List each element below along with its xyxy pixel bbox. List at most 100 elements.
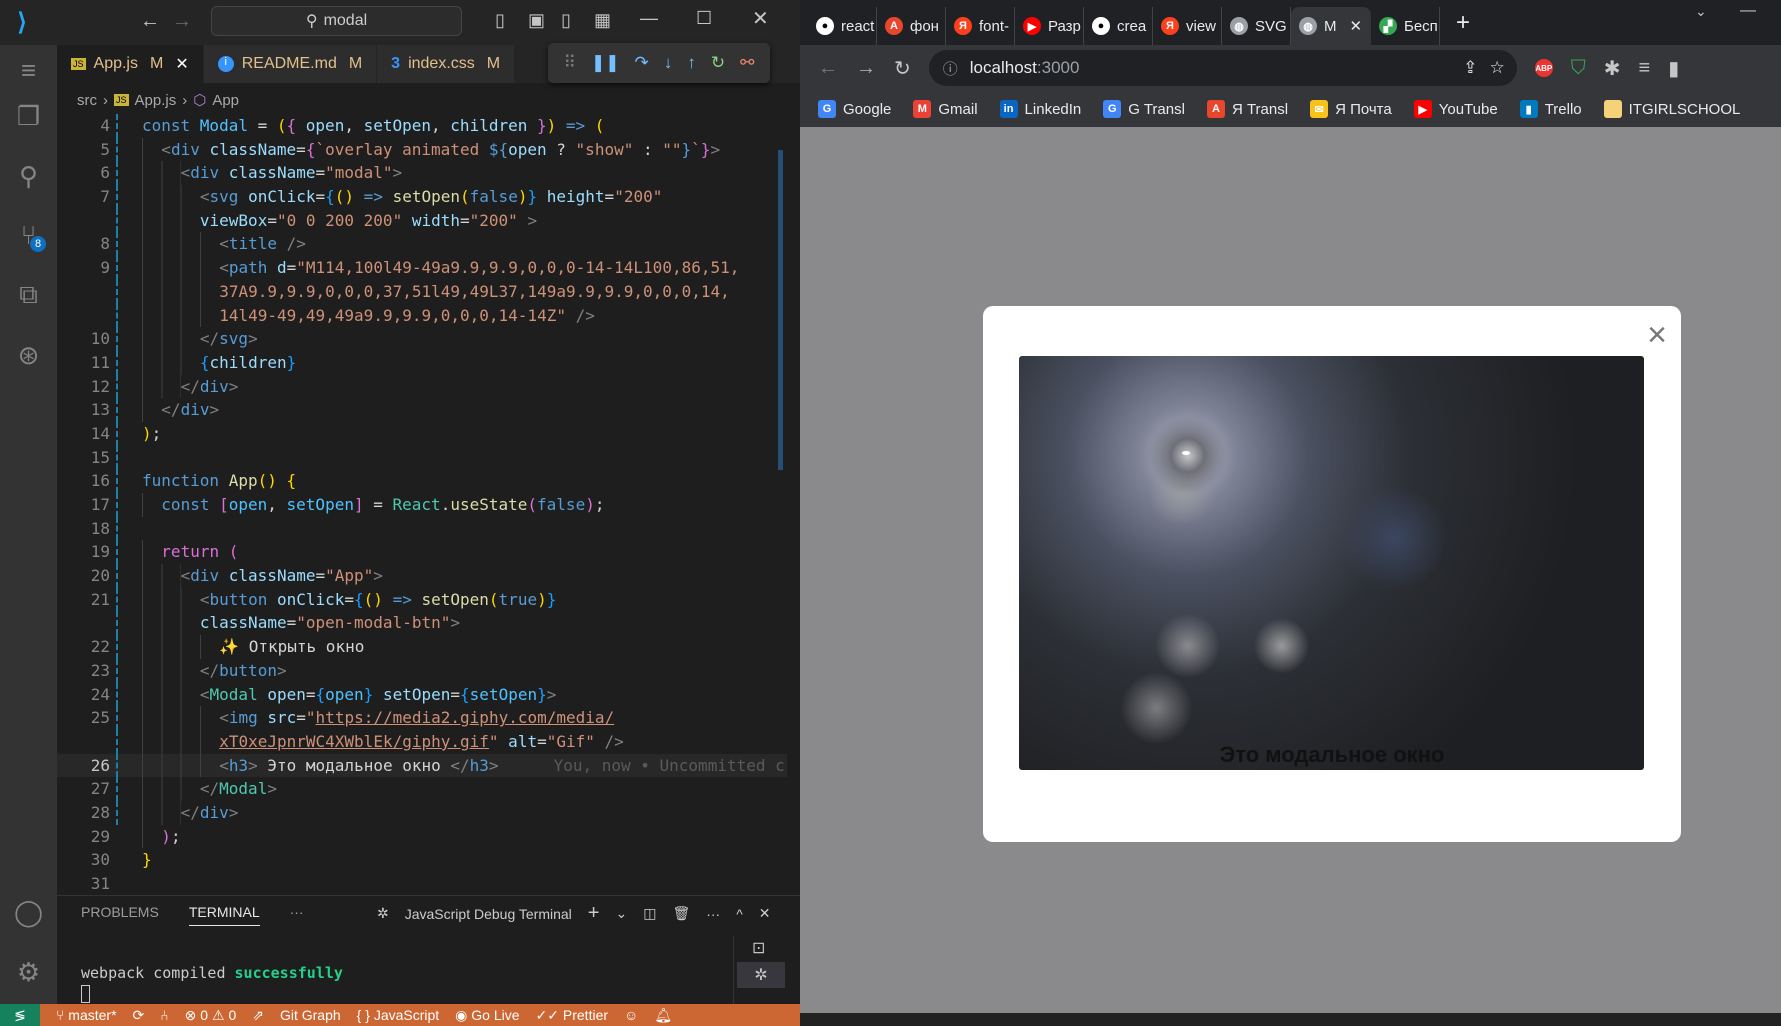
- code-line[interactable]: 23 </button >: [57, 658, 787, 683]
- share-icon[interactable]: ⇪: [1463, 58, 1477, 78]
- browser-tab[interactable]: ● crea: [1084, 7, 1153, 45]
- tab-index-css[interactable]: 3 index.css M: [377, 45, 516, 83]
- settings-gear-icon[interactable]: ⚙: [0, 947, 57, 997]
- close-tab-icon[interactable]: ✕: [1350, 17, 1363, 35]
- code-line[interactable]: 12 </div >: [57, 374, 787, 399]
- browser-tab[interactable]: Яfont-: [946, 7, 1015, 45]
- extensions-icon[interactable]: ⧉: [0, 270, 57, 320]
- forward-icon[interactable]: →: [856, 57, 876, 80]
- bookmark-item[interactable]: ✉ Я Почта: [1310, 100, 1392, 118]
- branch-item[interactable]: ⑂ master*: [56, 1007, 117, 1023]
- tab-terminal[interactable]: TERMINAL: [188, 904, 260, 926]
- more-actions-icon[interactable]: ···: [706, 906, 720, 922]
- split-terminal-icon[interactable]: ◫: [643, 905, 656, 922]
- bookmark-item[interactable]: ITGIRLSCHOOL: [1603, 100, 1740, 118]
- account-icon[interactable]: ◯: [0, 887, 57, 937]
- step-over-icon[interactable]: ↷: [635, 53, 649, 73]
- terminal-name[interactable]: JavaScript Debug Terminal: [405, 906, 572, 922]
- new-tab-button[interactable]: +: [1440, 9, 1470, 45]
- notifications-bell-icon[interactable]: 🔔︎: [654, 1007, 672, 1024]
- close-tab-icon[interactable]: ✕: [175, 54, 188, 74]
- code-line[interactable]: 15: [57, 445, 787, 470]
- code-line[interactable]: className = "open-modal-btn" >: [57, 611, 787, 636]
- live-share-icon[interactable]: ⇗: [252, 1007, 264, 1024]
- restart-icon[interactable]: ↻: [711, 53, 725, 73]
- code-line[interactable]: 31: [57, 872, 787, 894]
- shield-extension-icon[interactable]: ⛉: [1571, 57, 1586, 80]
- code-line[interactable]: 6 < div className = "modal" >: [57, 161, 787, 186]
- remote-icon[interactable]: ≶: [0, 1004, 40, 1026]
- command-center-search[interactable]: ⚲ modal: [211, 6, 462, 36]
- code-line[interactable]: 11 {children}: [57, 350, 787, 375]
- modal-close-icon[interactable]: ×: [1647, 318, 1667, 352]
- code-line[interactable]: 26 < h3 > Это модальное окно </h3 > You, now …: [57, 753, 787, 778]
- code-line[interactable]: xT0xeJpnrWC4XWblEk/giphy.gif " alt = "Gif" …: [57, 729, 787, 754]
- bookmark-item[interactable]: in LinkedIn: [999, 100, 1081, 118]
- code-line[interactable]: 5 < div className ={`overlay animated ${ope…: [57, 137, 787, 162]
- code-line[interactable]: 18: [57, 516, 787, 541]
- side-panel-icon[interactable]: ▮: [1668, 56, 1679, 81]
- search-icon[interactable]: ⚲: [0, 151, 57, 201]
- chevron-down-icon[interactable]: ⌄: [615, 905, 627, 922]
- step-out-icon[interactable]: ↑: [687, 53, 696, 73]
- menu-icon[interactable]: ≡: [0, 45, 57, 95]
- prettier-item[interactable]: ✓✓ Prettier: [536, 1007, 608, 1024]
- code-line[interactable]: 37A9.9,9.9,0,0,0,37,51l49,49L37,149a9.9,…: [57, 279, 787, 304]
- code-line[interactable]: 13 </div >: [57, 398, 787, 422]
- code-line[interactable]: 4 const Modal = ({ open, setOpen, childre…: [57, 114, 787, 138]
- browser-tab[interactable]: ● react: [808, 7, 877, 45]
- language-item[interactable]: { } JavaScript: [357, 1007, 440, 1023]
- code-line[interactable]: 29);: [57, 824, 787, 849]
- code-line[interactable]: 17 const [open, setOpen] = React. useState…: [57, 493, 787, 517]
- disconnect-icon[interactable]: ⚯: [740, 53, 754, 73]
- media-control-icon[interactable]: ≡: [1639, 57, 1651, 80]
- sync-icon[interactable]: ⟳: [133, 1007, 145, 1024]
- customize-layout-icon[interactable]: ▦: [594, 10, 611, 31]
- source-control-icon[interactable]: ⑂ 8: [0, 210, 57, 260]
- code-line[interactable]: 24 < Modal open ={open} setOpen ={setOpen} >: [57, 682, 787, 707]
- bookmark-star-icon[interactable]: ☆: [1490, 58, 1505, 78]
- pause-icon[interactable]: ❚❚: [591, 53, 620, 73]
- code-line[interactable]: 16 function App() {: [57, 469, 787, 493]
- back-icon[interactable]: ←: [818, 57, 838, 80]
- adblock-icon[interactable]: ABP: [1534, 59, 1553, 77]
- step-into-icon[interactable]: ↓: [664, 53, 673, 73]
- terminal-shell-icon[interactable]: ⊡: [752, 938, 765, 958]
- code-line[interactable]: 9 < path d = "M114,100l49-49a9.9,9.9,0,0,0-1…: [57, 256, 787, 280]
- toggle-secondary-sidebar-icon[interactable]: ▯: [561, 10, 571, 31]
- git-graph-icon[interactable]: ⊛: [0, 330, 57, 380]
- tab-readme-md[interactable]: i README.md M: [203, 45, 378, 83]
- terminal-output[interactable]: webpack compiled successfully: [81, 964, 343, 1003]
- bookmark-item[interactable]: G G Transl: [1103, 100, 1185, 118]
- extensions-puzzle-icon[interactable]: ✱: [1604, 56, 1621, 81]
- forward-arrow-icon[interactable]: →: [172, 10, 192, 33]
- new-terminal-icon[interactable]: +: [588, 902, 600, 925]
- tab-app-js[interactable]: JS App.js M ✕: [57, 45, 204, 83]
- browser-tab[interactable]: Aфон: [877, 7, 946, 45]
- trash-icon[interactable]: 🗑: [672, 905, 690, 922]
- code-line[interactable]: 20 < div className = "App" >: [57, 564, 787, 588]
- address-bar[interactable]: ⓘ localhost:3000 ⇪ ☆: [928, 50, 1517, 86]
- page-overlay[interactable]: × Это модальное окно: [800, 127, 1781, 1013]
- code-line[interactable]: 7 < svg onClick ={() => setOpen(false)} hei…: [57, 185, 787, 209]
- maximize-icon[interactable]: ☐: [696, 8, 712, 29]
- browser-tab[interactable]: ▶ Разр: [1015, 7, 1084, 45]
- breadcrumb-src[interactable]: src: [77, 92, 97, 109]
- code-line[interactable]: 14);: [57, 421, 787, 446]
- close-window-icon[interactable]: ✕: [752, 6, 769, 31]
- code-editor[interactable]: 4 const Modal = ({ open, setOpen, childre…: [57, 114, 787, 894]
- back-arrow-icon[interactable]: ←: [140, 10, 160, 33]
- bookmark-item[interactable]: M Gmail: [913, 100, 978, 118]
- browser-tab[interactable]: ▞ Бесп: [1371, 7, 1440, 45]
- code-line[interactable]: 25 < img src = " https://media2.giphy.com/med…: [57, 706, 787, 730]
- toggle-sidebar-icon[interactable]: ▯: [495, 10, 505, 31]
- bookmark-item[interactable]: ▮ Trello: [1519, 100, 1582, 118]
- code-line[interactable]: 8 < title />: [57, 232, 787, 257]
- breadcrumb-symbol[interactable]: App: [212, 92, 239, 109]
- code-line[interactable]: 30}: [57, 848, 787, 872]
- code-line[interactable]: 22 ✨ Открыть окно: [57, 635, 787, 659]
- minimize-icon[interactable]: —: [1740, 2, 1756, 20]
- code-line[interactable]: 14l49-49,49,49a9.9,9.9,0,0,0,14-14Z" />: [57, 303, 787, 328]
- go-live-item[interactable]: ◉ Go Live: [455, 1007, 519, 1024]
- bookmark-item[interactable]: ▶ YouTube: [1413, 100, 1498, 118]
